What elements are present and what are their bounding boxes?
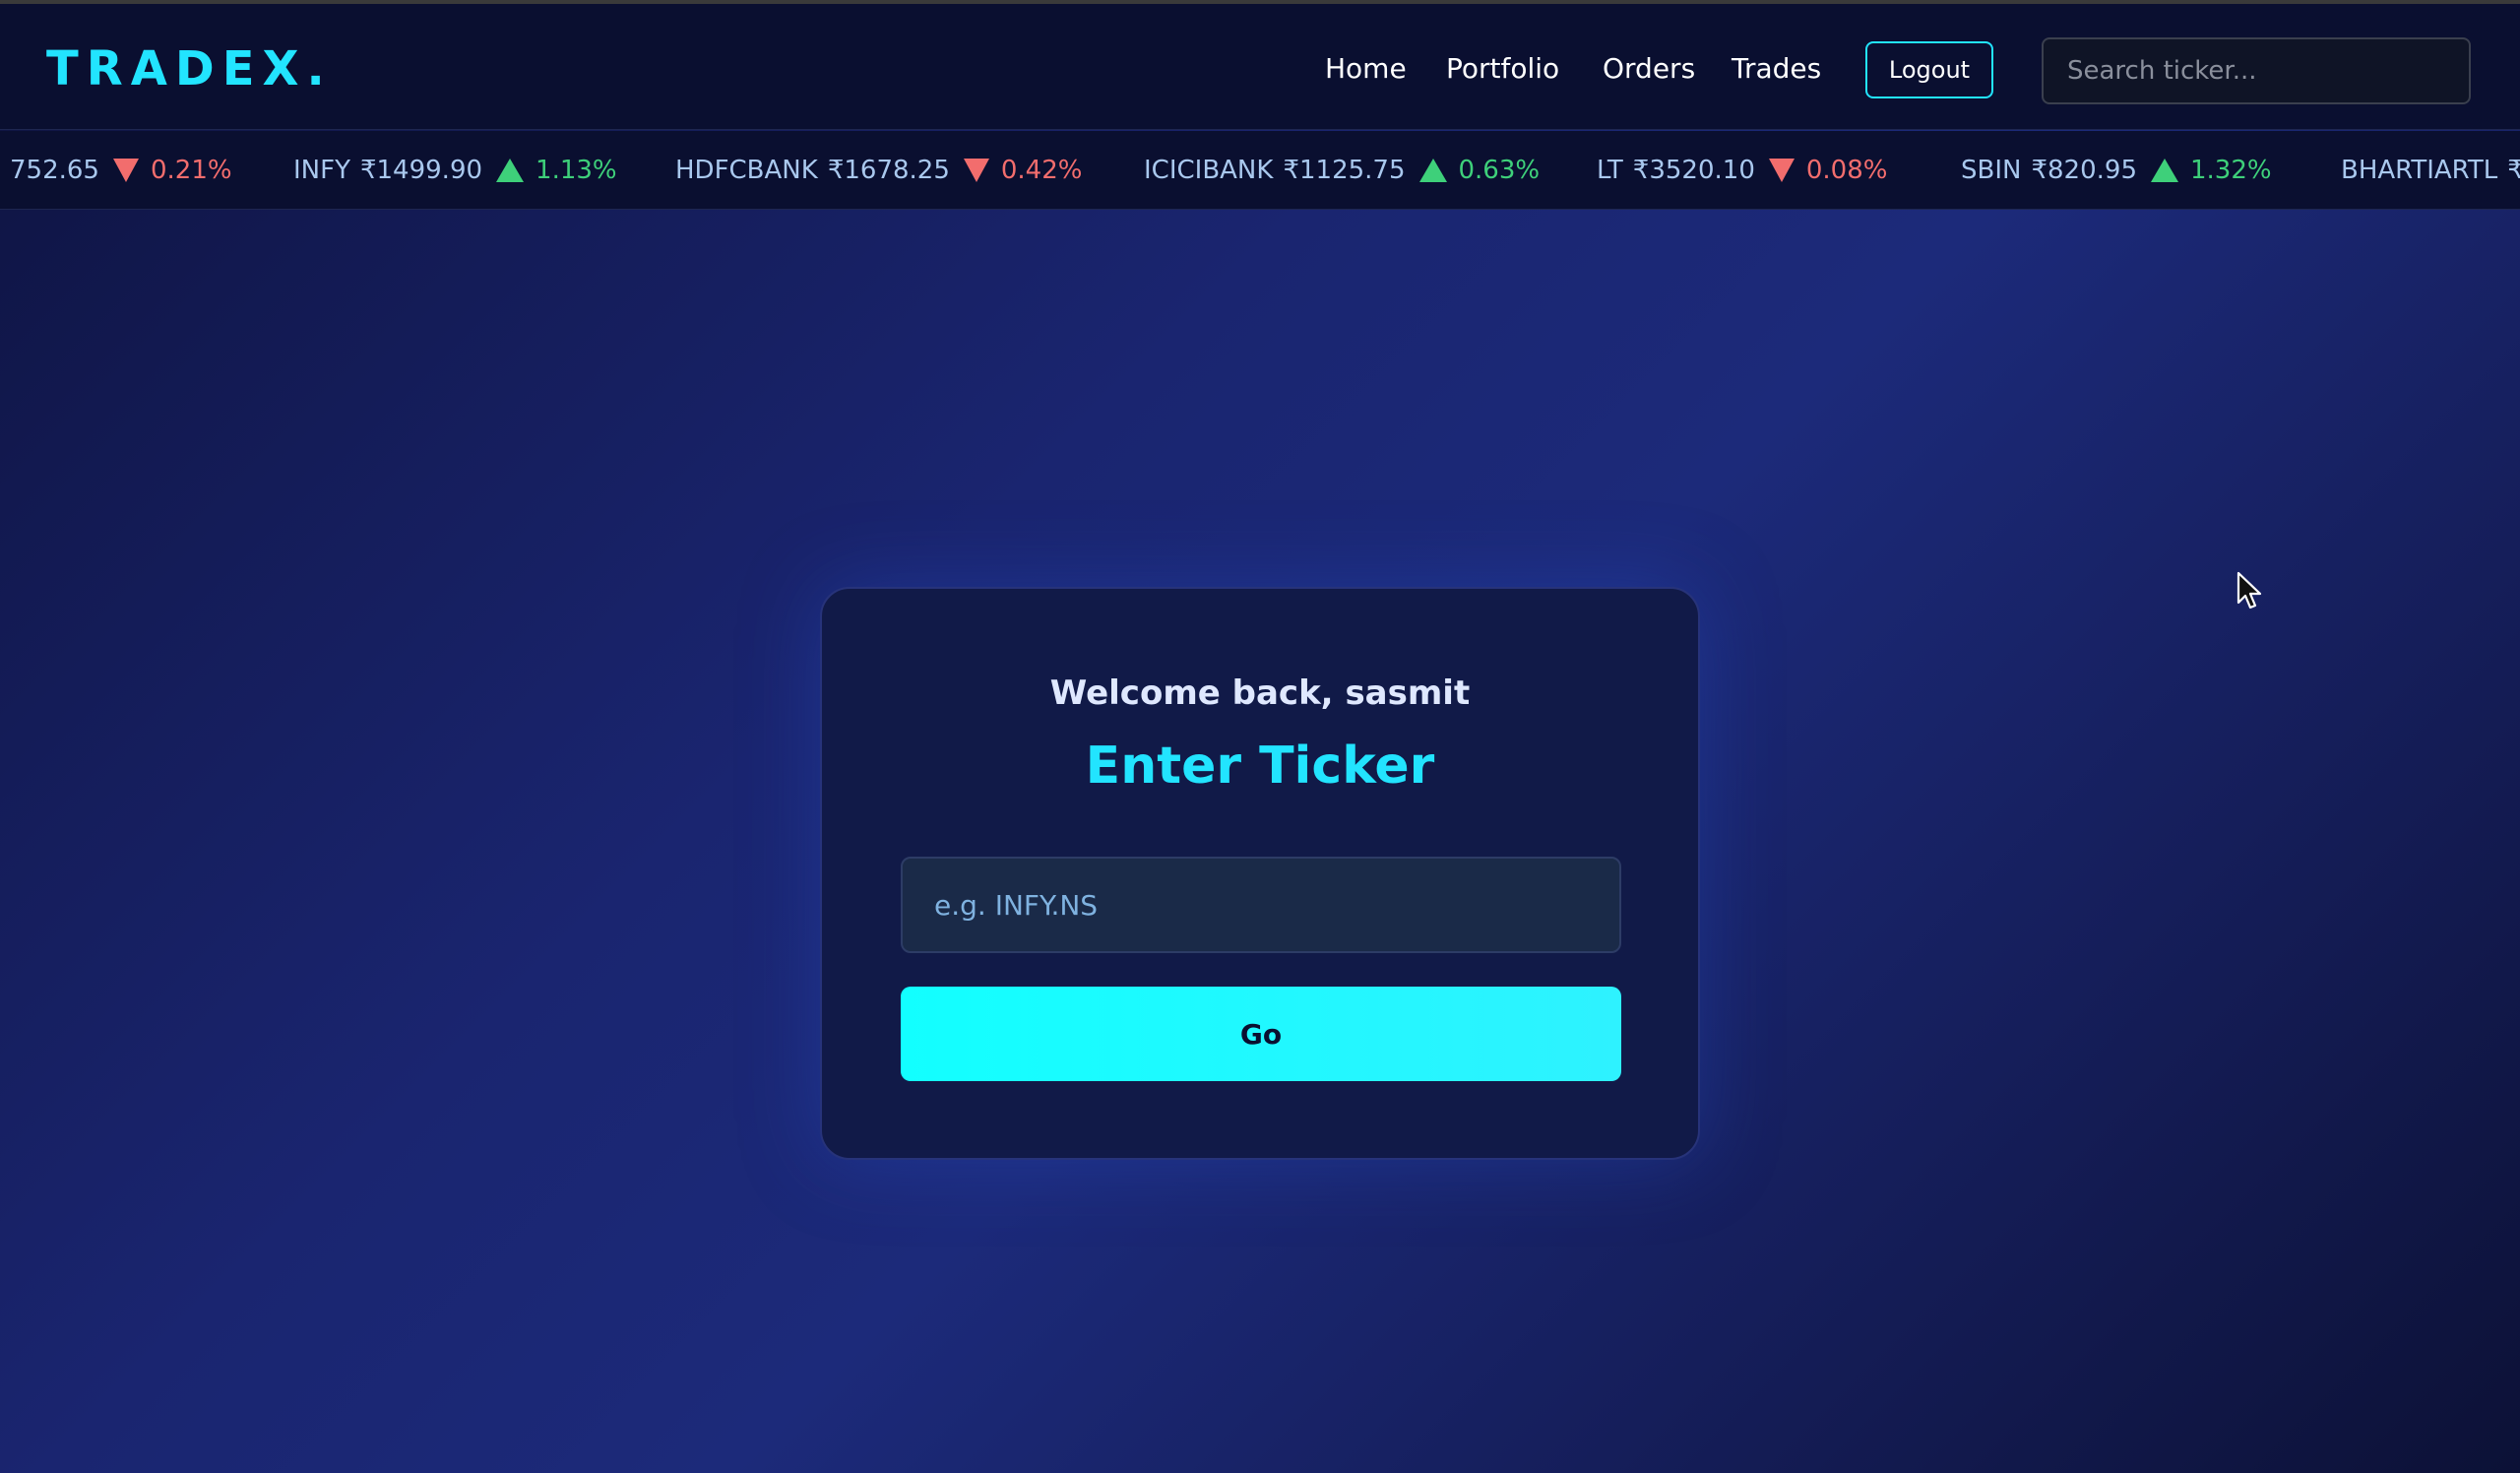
ticker-price: 752.65 xyxy=(10,156,99,185)
ticker-price: ₹820.95 xyxy=(2031,156,2137,185)
ticker-change: 0.21% xyxy=(150,156,232,185)
ticker-price: ₹1499.90 xyxy=(359,156,483,185)
nav-link-trades[interactable]: Trades xyxy=(1732,52,1821,85)
ticker-price: ₹1678.25 xyxy=(827,156,950,185)
ticker-item: INFY ₹1499.90 1.13% xyxy=(293,153,617,188)
ticker-item: ICICIBANK ₹1125.75 0.63% xyxy=(1144,153,1540,188)
ticker-price: ₹3520.10 xyxy=(1632,156,1755,185)
ticker-change: 0.42% xyxy=(1000,156,1083,185)
logout-button[interactable]: Logout xyxy=(1865,41,1993,98)
ticker-price: ₹1 xyxy=(2507,156,2520,185)
stock-ticker-strip: 752.65 0.21% INFY ₹1499.90 1.13% HDFCBAN… xyxy=(0,131,2520,210)
triangle-down-icon xyxy=(963,159,989,182)
ticker-symbol: HDFCBANK xyxy=(675,156,818,185)
ticker-item: LT ₹3520.10 0.08% xyxy=(1597,153,1887,188)
ticker-price: ₹1125.75 xyxy=(1283,156,1406,185)
nav-link-portfolio[interactable]: Portfolio xyxy=(1446,52,1559,85)
ticker-symbol: LT xyxy=(1597,156,1623,185)
triangle-up-icon xyxy=(2151,159,2178,182)
ticker-change: 0.63% xyxy=(1458,156,1541,185)
triangle-up-icon xyxy=(1418,159,1447,182)
ticker-symbol: SBIN xyxy=(1961,156,2022,185)
nav-link-orders[interactable]: Orders xyxy=(1603,52,1695,85)
ticker-symbol: ICICIBANK xyxy=(1144,156,1274,185)
navbar: TRADEX. Home Portfolio Orders Trades Log… xyxy=(0,4,2520,130)
nav-link-home[interactable]: Home xyxy=(1325,52,1407,85)
ticker-item: 752.65 0.21% xyxy=(0,153,232,188)
ticker-symbol: INFY xyxy=(293,156,350,185)
mouse-pointer-icon xyxy=(2236,571,2264,614)
card-title: Enter Ticker xyxy=(1085,736,1435,796)
ticker-entry-card: Welcome back, sasmit Enter Ticker Go xyxy=(820,587,1700,1160)
welcome-message: Welcome back, sasmit xyxy=(1049,673,1471,713)
triangle-up-icon xyxy=(496,159,525,182)
ticker-change: 1.13% xyxy=(536,156,617,185)
triangle-down-icon xyxy=(112,159,139,182)
go-button[interactable]: Go xyxy=(901,987,1621,1081)
brand-logo[interactable]: TRADEX. xyxy=(46,41,333,96)
ticker-change: 0.08% xyxy=(1805,156,1888,185)
ticker-item: HDFCBANK ₹1678.25 0.42% xyxy=(675,153,1082,188)
search-ticker-input[interactable] xyxy=(2042,37,2471,104)
ticker-input[interactable] xyxy=(901,857,1621,953)
ticker-symbol: BHARTIARTL xyxy=(2341,156,2498,185)
ticker-change: 1.32% xyxy=(2190,156,2272,185)
triangle-down-icon xyxy=(1768,159,1795,182)
ticker-item: BHARTIARTL ₹1 xyxy=(2341,153,2520,188)
ticker-item: SBIN ₹820.95 1.32% xyxy=(1961,153,2272,188)
